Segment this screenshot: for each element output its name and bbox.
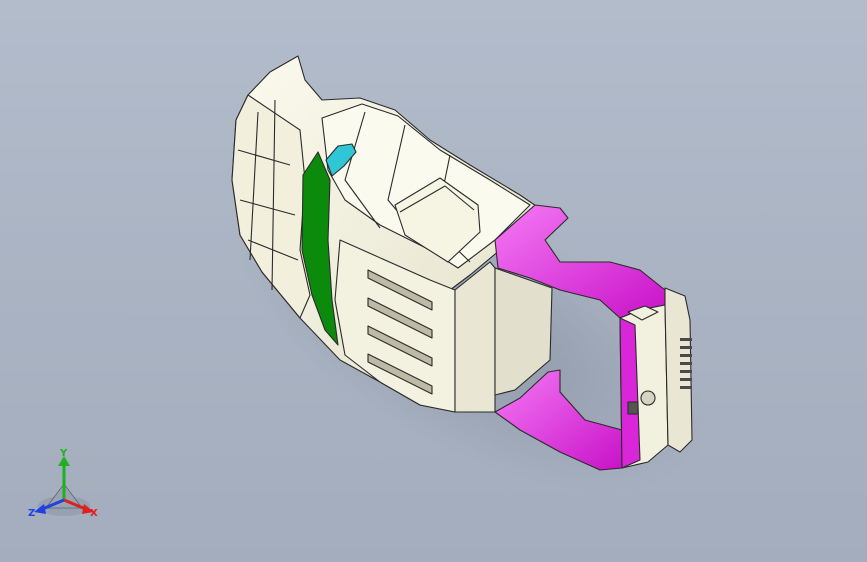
grille-slat <box>680 370 692 373</box>
grille-slat <box>680 378 692 381</box>
view-orientation-triad[interactable]: Y X Z <box>24 448 104 520</box>
car-body-model[interactable] <box>231 55 693 471</box>
frame-square-port <box>627 401 639 415</box>
grille-slat <box>680 386 692 389</box>
model-canvas[interactable] <box>0 0 867 562</box>
triad-x-label: X <box>90 508 98 519</box>
grille-slat <box>680 362 692 365</box>
cabin-opening <box>454 261 496 413</box>
grille-slat <box>680 354 692 357</box>
grille-slat <box>680 338 692 341</box>
triad-y-label: Y <box>59 448 68 459</box>
triad-z-label: Z <box>28 508 35 519</box>
grille-slat <box>680 346 692 349</box>
graphics-viewport[interactable]: Y X Z <box>0 0 867 562</box>
frame-round-port <box>640 390 656 406</box>
